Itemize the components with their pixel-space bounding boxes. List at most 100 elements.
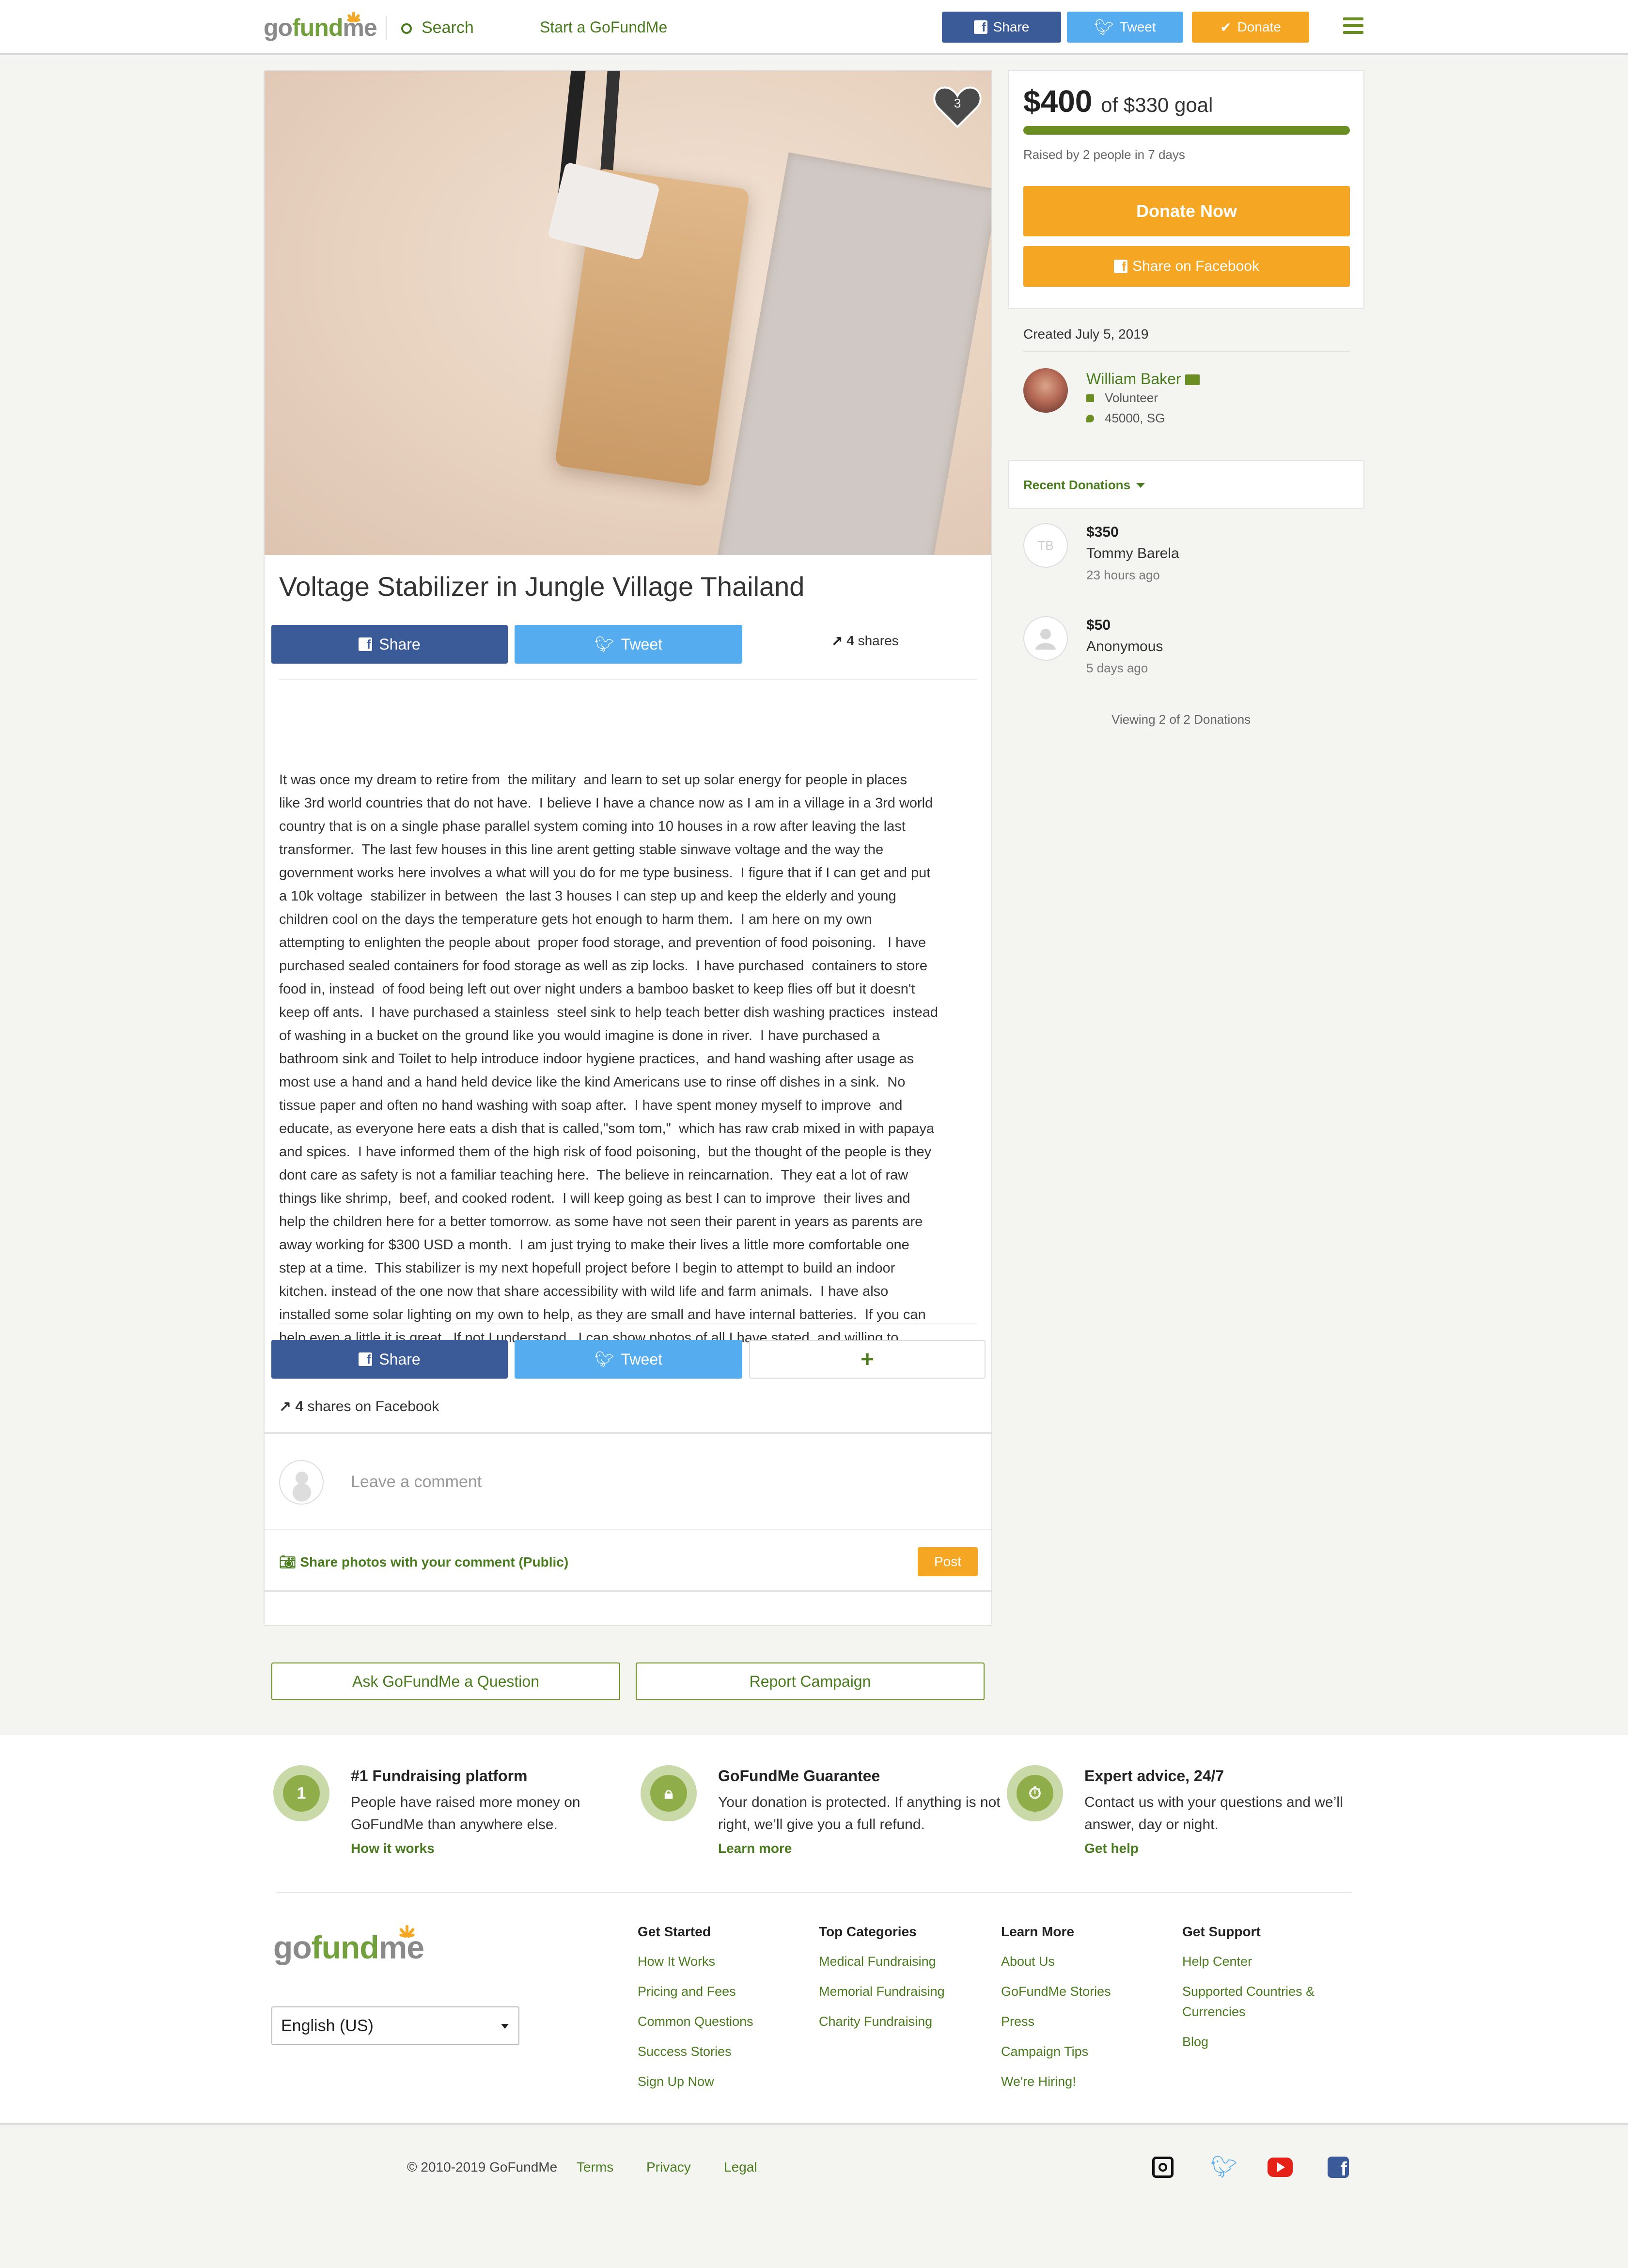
divider [1023,351,1350,352]
share-photos-link[interactable]: 📷︎ Share photos with your comment (Publi… [279,1554,568,1570]
terms-link[interactable]: Terms [577,2159,613,2175]
get-help-link[interactable]: Get help [1084,1841,1139,1856]
tweet-button[interactable]: 🐦︎ Tweet [515,625,742,664]
menu-icon[interactable] [1343,17,1363,34]
footer-link[interactable]: Common Questions [638,2011,753,2032]
share-on-facebook-button[interactable]: f Share on Facebook [1023,246,1350,287]
post-button[interactable]: Post [918,1547,978,1576]
feature-text: Your donation is protected. If anything … [718,1794,1001,1833]
footer-link[interactable]: About Us [1001,1951,1055,1972]
footer-column-title: Learn More [1001,1924,1074,1939]
footer-column-title: Top Categories [819,1924,917,1939]
report-campaign-button[interactable]: Report Campaign [636,1662,985,1700]
divider [276,1892,1352,1893]
header-tweet-button[interactable]: 🐦︎ Tweet [1067,12,1183,43]
organizer-avatar[interactable] [1023,368,1068,413]
progress-bar [1023,126,1350,135]
recent-donations-toggle[interactable]: Recent Donations [1008,460,1364,509]
twitter-icon[interactable]: 🐦︎ [1210,2157,1237,2178]
start-gofundme-link[interactable]: Start a GoFundMe [540,18,667,36]
caret-down-icon [1136,483,1145,488]
created-date: Created July 5, 2019 [1023,326,1149,342]
legal-link[interactable]: Legal [724,2159,757,2175]
privacy-link[interactable]: Privacy [646,2159,691,2175]
copyright: © 2010-2019 GoFundMe [407,2159,558,2175]
footer-link[interactable]: We're Hiring! [1001,2071,1076,2092]
trending-icon: ↗ [279,1398,292,1414]
checkmark-icon: ✔ [1220,19,1232,35]
organizer-role: Volunteer [1086,390,1158,405]
caret-down-icon [501,2024,509,2029]
facebook-icon: f [359,637,373,651]
donation-summary-card: $400 of $330 goal Raised by 2 people in … [1008,70,1364,309]
shares-count: ↗ 4 shares [831,633,899,648]
feature-title: Expert advice, 24/7 [1084,1767,1224,1785]
footer-link[interactable]: Currencies [1182,2002,1246,2022]
footer-link[interactable]: Press [1001,2011,1034,2032]
how-it-works-link[interactable]: How it works [351,1841,435,1856]
campaign-story: It was once my dream to retire from the … [279,772,939,1369]
facebook-icon: f [973,20,987,34]
comment-box: Leave a comment [265,1432,991,1529]
viewing-donations-text: Viewing 2 of 2 Donations [1111,712,1251,727]
feature-text: People have raised more money on GoFundM… [351,1794,580,1833]
footer-link[interactable]: Blog [1182,2032,1208,2052]
instagram-icon[interactable] [1152,2157,1174,2178]
footer-link[interactable]: Campaign Tips [1001,2041,1088,2062]
mail-icon[interactable] [1185,374,1200,385]
footer-link[interactable]: Charity Fundraising [819,2011,932,2032]
twitter-icon: 🐦︎ [1094,18,1114,36]
facebook-icon[interactable]: f [1328,2157,1349,2180]
divider [279,1323,977,1324]
footer-link[interactable]: Medical Fundraising [819,1951,936,1972]
comment-input[interactable]: Leave a comment [351,1473,482,1491]
donation-time: 23 hours ago [1086,568,1160,582]
tweet-button-bottom[interactable]: 🐦︎ Tweet [515,1340,742,1379]
facebook-icon: f [359,1352,373,1366]
user-avatar-icon [279,1460,324,1505]
organizer-name[interactable]: William Baker [1086,370,1200,388]
youtube-icon[interactable] [1268,2158,1293,2177]
footer-link[interactable]: Memorial Fundraising [819,1981,945,2002]
donor-name: Anonymous [1086,638,1163,654]
header-donate-button[interactable]: ✔ Donate [1192,12,1309,43]
twitter-icon: 🐦︎ [595,636,614,653]
bottom-bar: © 2010-2019 GoFundMe Terms Privacy Legal… [0,2123,1628,2268]
donation-amount: $50 [1086,617,1111,633]
stopwatch-icon: ⏱︎ [1007,1765,1063,1821]
footer-link[interactable]: Success Stories [638,2041,732,2062]
footer-column-title: Get Started [638,1924,711,1939]
footer-link[interactable]: Help Center [1182,1951,1252,1972]
header-share-button[interactable]: f Share [942,12,1061,43]
more-share-button[interactable]: + [749,1340,986,1379]
trending-icon: ↗ [831,633,843,648]
search-link[interactable]: Search [401,18,474,37]
footer-link[interactable]: GoFundMe Stories [1001,1981,1111,2002]
heart-icon[interactable]: 3 [933,85,982,129]
donate-now-button[interactable]: Donate Now [1023,186,1350,236]
share-button[interactable]: f Share [271,625,508,664]
campaign-card: 3 Voltage Stabilizer in Jungle Village T… [264,70,992,1626]
anonymous-avatar-icon [1023,616,1068,661]
trophy-icon: 1 [273,1765,329,1821]
tag-icon [1086,394,1094,402]
learn-more-link[interactable]: Learn more [718,1841,792,1856]
raised-text: Raised by 2 people in 7 days [1023,147,1185,162]
divider [279,679,977,680]
donation-time: 5 days ago [1086,661,1148,675]
language-select[interactable]: English (US) [271,2006,519,2045]
facebook-icon: f [1114,260,1128,273]
feature-title: #1 Fundraising platform [351,1767,528,1785]
footer-link[interactable]: Pricing and Fees [638,1981,736,2002]
footer-link[interactable]: How It Works [638,1951,715,1972]
footer-link[interactable]: Supported Countries & [1182,1981,1315,2002]
share-button-bottom[interactable]: f Share [271,1340,508,1379]
footer-link[interactable]: Sign Up Now [638,2071,714,2092]
heart-count: 3 [954,96,961,110]
feature-title: GoFundMe Guarantee [718,1767,880,1785]
top-nav: gofundme Search Start a GoFundMe f Share … [0,0,1628,55]
feature-text: Contact us with your questions and we’ll… [1084,1794,1343,1833]
logo-sun-icon [339,7,368,23]
header-divider [386,16,387,40]
ask-question-button[interactable]: Ask GoFundMe a Question [271,1662,620,1700]
